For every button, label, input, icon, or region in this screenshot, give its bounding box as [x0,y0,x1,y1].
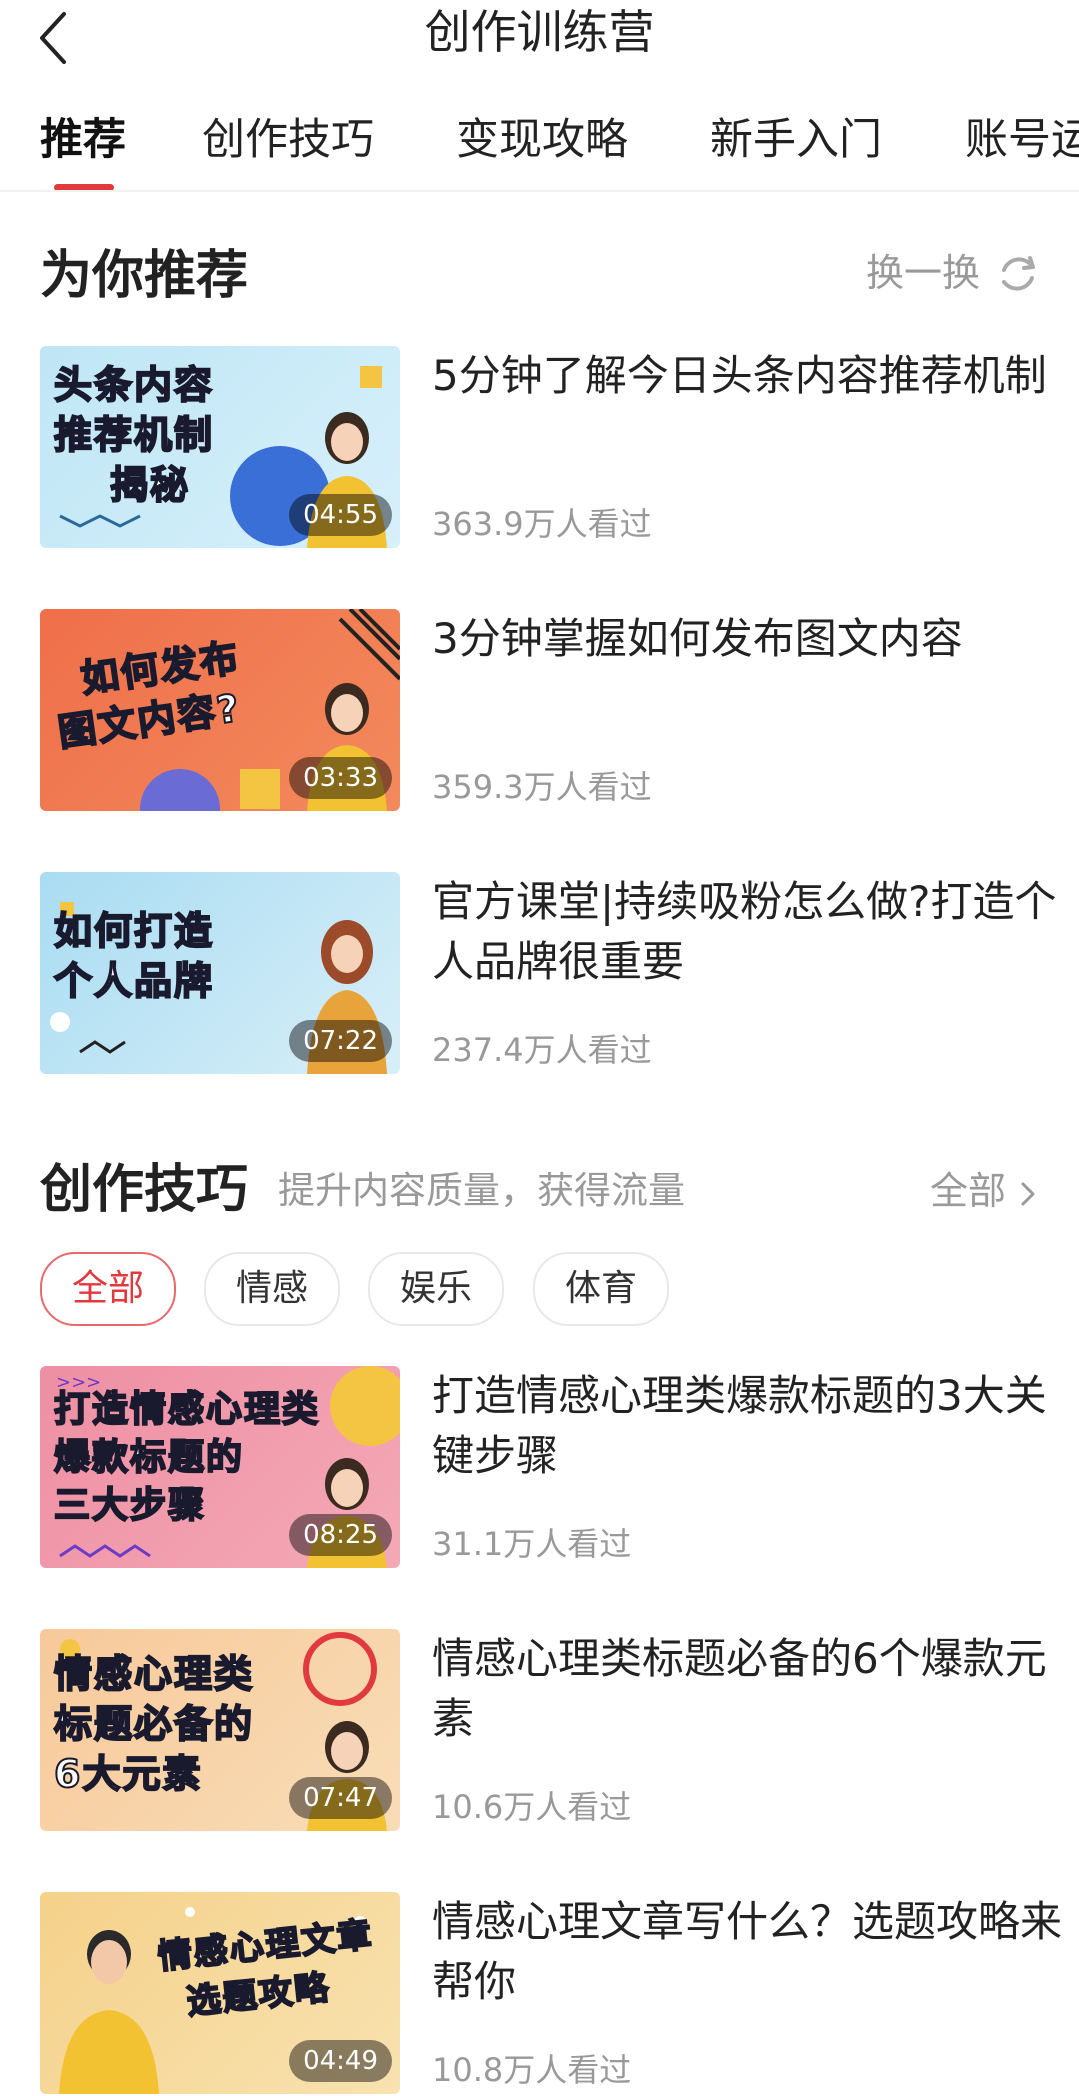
view-all-label: 全部 [930,1169,1007,1213]
video-item[interactable]: 头条内容 推荐机制 揭秘 04:55 5分钟了解今日头条内容推荐机制 363.9… [40,346,1047,548]
video-thumbnail[interactable]: 头条内容 推荐机制 揭秘 04:55 [40,346,400,548]
video-title[interactable]: 官方课堂|持续吸粉怎么做?打造个人品牌很重要 [432,872,1072,992]
view-count: 363.9万人看过 [432,505,652,543]
video-thumbnail[interactable]: 如何打造 个人品牌 07:22 [40,872,400,1074]
thumbnail-caption: 情感心理类 标题必备的 6大元素 [53,1651,255,1797]
video-title[interactable]: 5分钟了解今日头条内容推荐机制 [432,346,1072,406]
tab-monetization[interactable]: 变现攻略 [456,112,628,168]
view-count: 359.3万人看过 [432,768,652,806]
video-duration: 07:22 [289,1020,392,1062]
video-title[interactable]: 打造情感心理类爆款标题的3大关键步骤 [432,1366,1072,1486]
video-thumbnail[interactable]: 情感心理文章 选题攻略 04:49 [40,1892,400,2094]
view-count: 237.4万人看过 [432,1031,652,1069]
video-item[interactable]: 如何发布 图文内容? 03:33 3分钟掌握如何发布图文内容 359.3万人看过 [40,609,1040,811]
video-duration: 08:25 [289,1514,392,1556]
tabs-divider [0,190,1079,192]
video-item[interactable]: >>> 打造情感心理类 爆款标题的 三大步骤 08:25 打造情感心理类爆款标题… [40,1366,1047,1568]
chevron-right-icon [1021,1182,1035,1205]
presenter-figure [59,1930,159,2094]
refresh-icon [1002,256,1035,291]
skills-view-all-link[interactable]: 全部 [930,1166,1038,1216]
video-item[interactable]: 情感心理类 标题必备的 6大元素 07:47 情感心理类标题必备的6个爆款元素 … [40,1629,1047,1831]
tab-creation-skills[interactable]: 创作技巧 [202,112,374,168]
filter-chip-entertainment[interactable]: 娱乐 [368,1252,504,1326]
filter-chip-emotion[interactable]: 情感 [204,1252,340,1326]
video-duration: 04:55 [289,494,392,536]
filter-chip-all[interactable]: 全部 [40,1252,176,1326]
video-duration: 04:49 [289,2040,392,2082]
view-count: 10.6万人看过 [432,1788,632,1826]
video-duration: 03:33 [289,757,392,799]
top-bar: 创作训练营 [0,0,1079,70]
video-duration: 07:47 [289,1777,392,1819]
video-item[interactable]: 情感心理文章 选题攻略 04:49 情感心理文章写什么？选题攻略来帮你 10.8… [40,1892,1062,2094]
refresh-label: 换一换 [866,251,981,295]
view-count: 31.1万人看过 [432,1525,632,1563]
tab-recommend[interactable]: 推荐 [40,112,126,168]
tab-account[interactable]: 账号运 [965,112,1079,168]
skills-section-subtitle: 提升内容质量，获得流量 [278,1169,685,1212]
video-thumbnail[interactable]: 情感心理类 标题必备的 6大元素 07:47 [40,1629,400,1831]
recommend-section-title: 为你推荐 [40,246,249,306]
view-count: 10.8万人看过 [432,2051,632,2089]
filter-chip-sports[interactable]: 体育 [533,1252,669,1326]
video-thumbnail[interactable]: >>> 打造情感心理类 爆款标题的 三大步骤 08:25 [40,1366,400,1568]
refresh-button[interactable]: 换一换 [866,248,1035,298]
video-title[interactable]: 3分钟掌握如何发布图文内容 [432,609,1072,669]
video-item[interactable]: 如何打造 个人品牌 07:22 官方课堂|持续吸粉怎么做?打造个人品牌很重要 2… [40,872,1056,1074]
page-title: 创作训练营 [424,5,655,59]
thumbnail-caption: 头条内容 推荐机制 揭秘 [53,362,215,508]
category-tabs: 推荐 创作技巧 变现攻略 新手入门 账号运 [0,100,1079,190]
thumbnail-caption: 如何打造 个人品牌 [53,908,215,1004]
video-title[interactable]: 情感心理类标题必备的6个爆款元素 [432,1629,1072,1749]
skills-section-title: 创作技巧 [40,1160,249,1220]
thumbnail-caption: 打造情感心理类 爆款标题的 三大步骤 [53,1388,321,1527]
video-thumbnail[interactable]: 如何发布 图文内容? 03:33 [40,609,400,811]
video-title[interactable]: 情感心理文章写什么？选题攻略来帮你 [432,1892,1072,2012]
tab-beginner[interactable]: 新手入门 [710,112,882,168]
